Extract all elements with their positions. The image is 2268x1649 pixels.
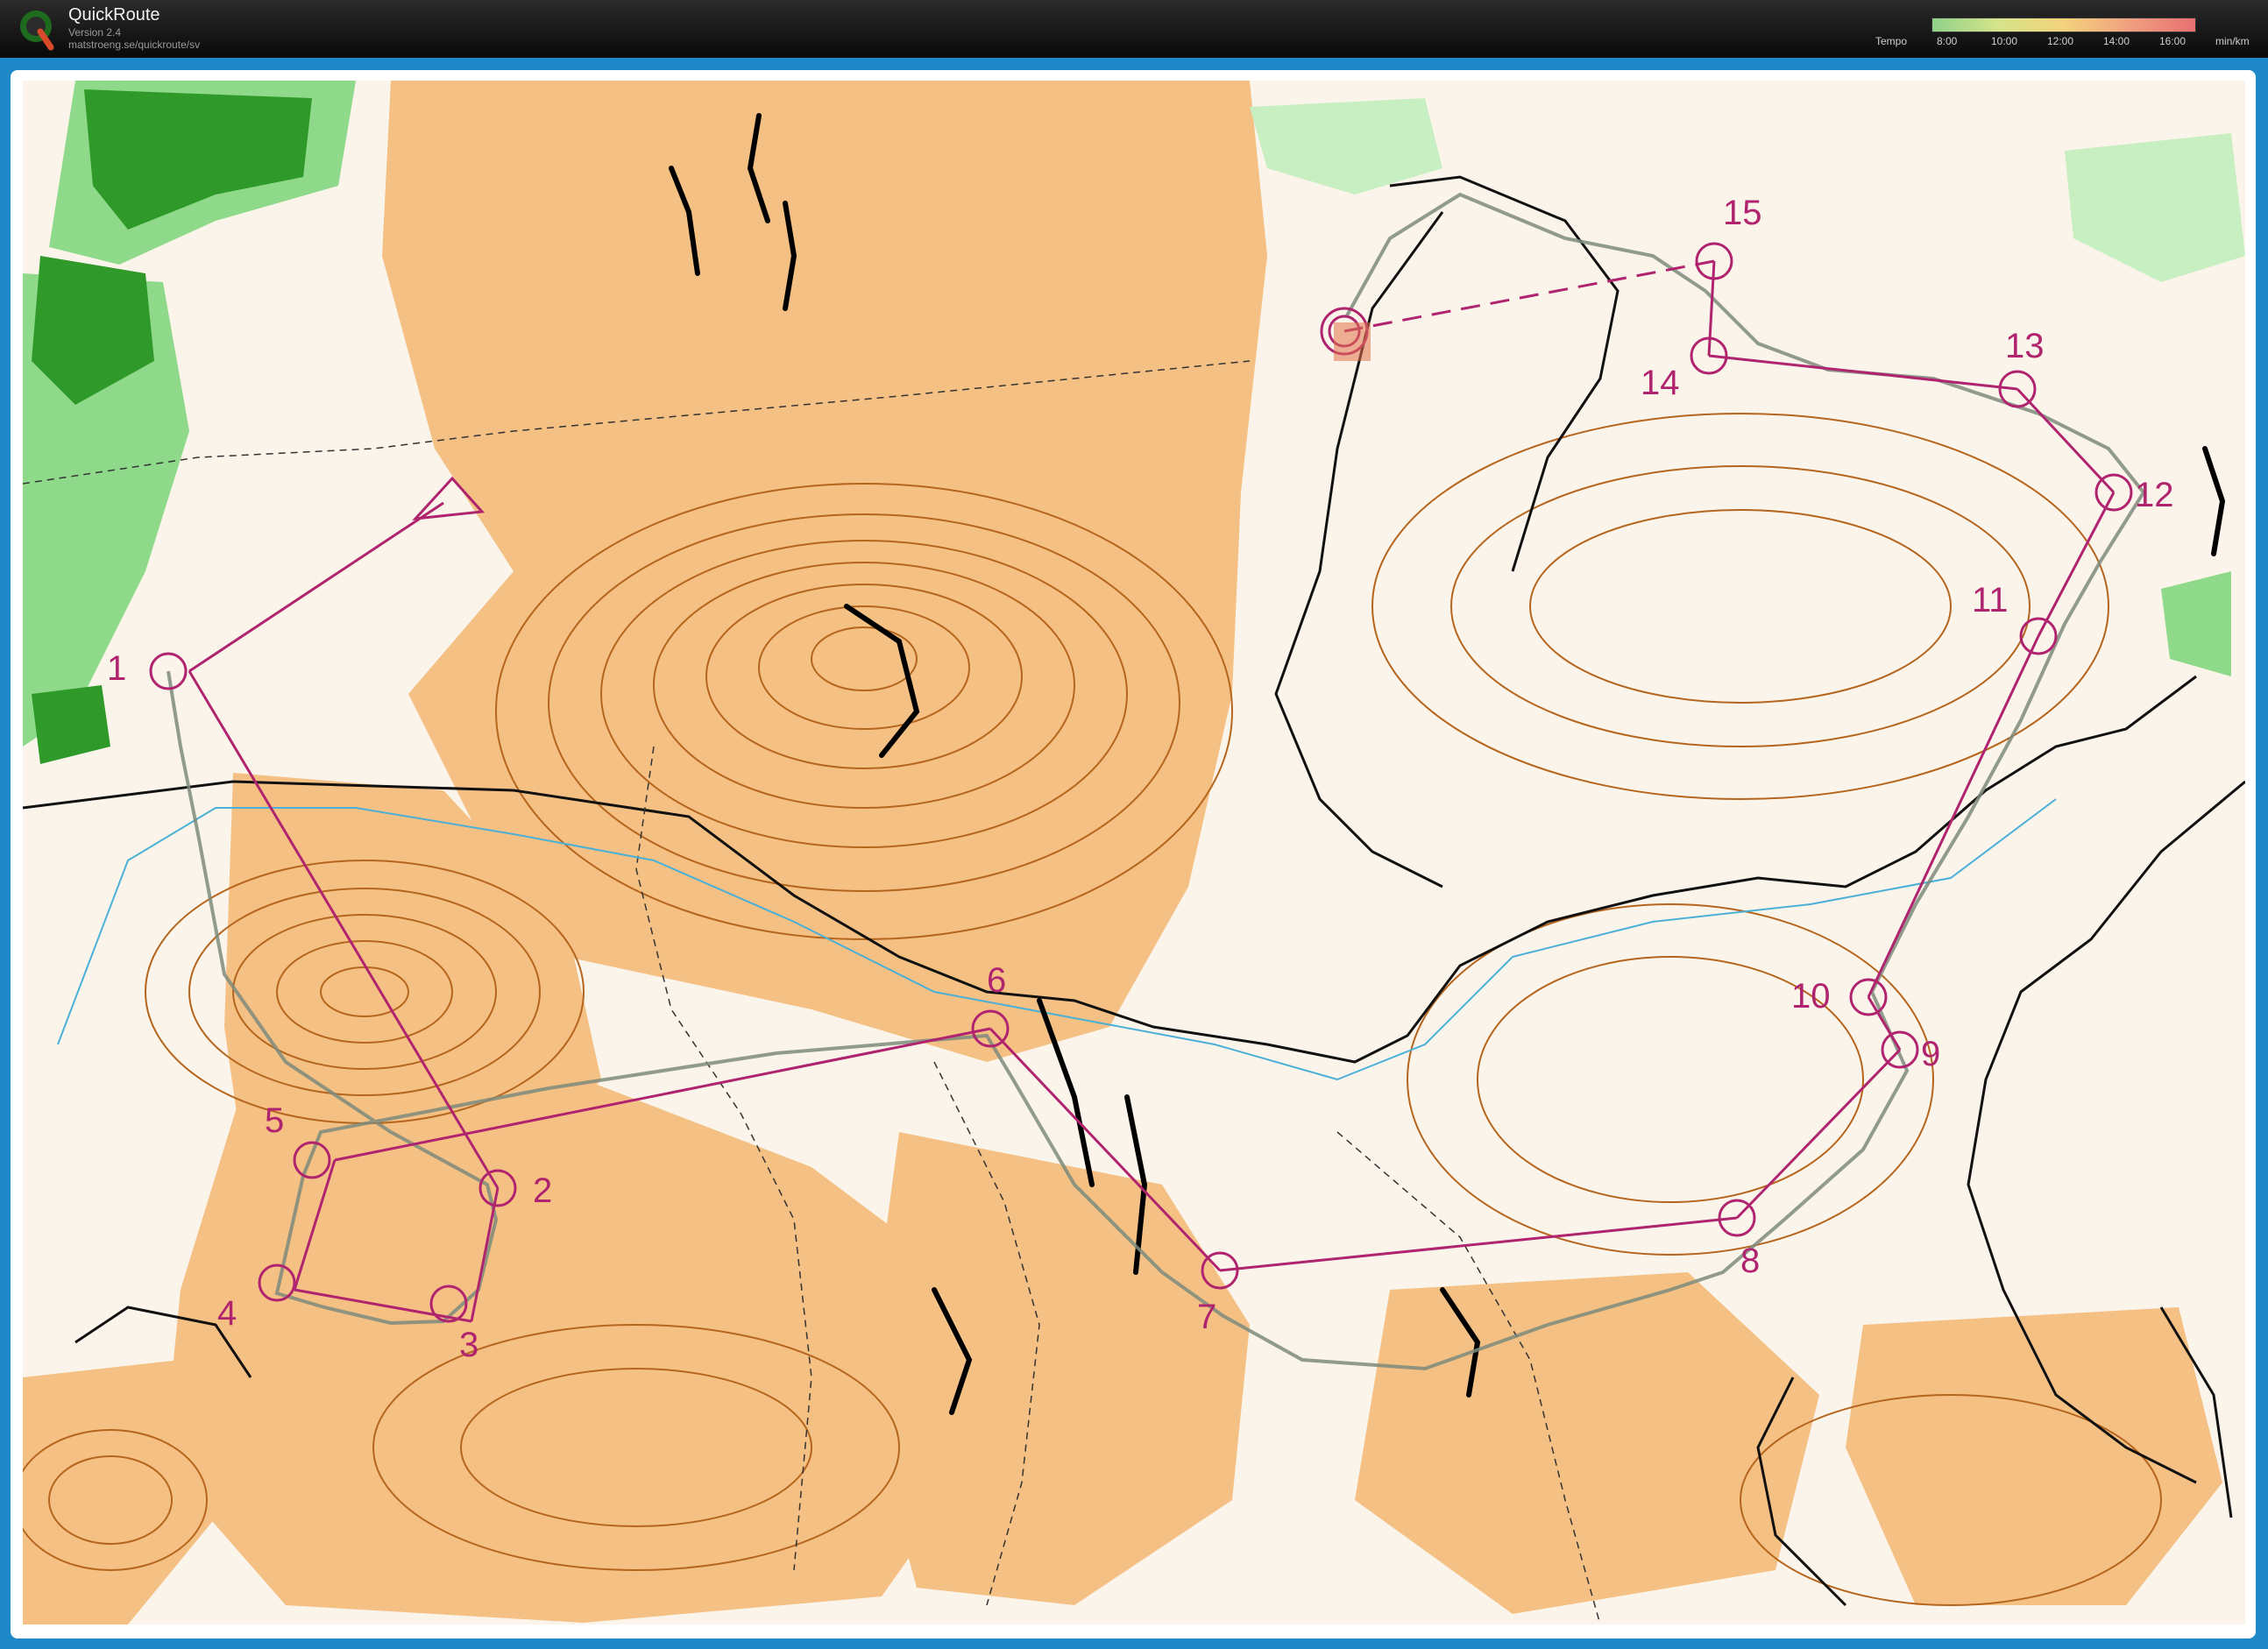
- control-number: 6: [987, 961, 1006, 1000]
- control-number: 14: [1641, 364, 1680, 402]
- control-number: 12: [2135, 476, 2174, 514]
- app-version: Version 2.4: [68, 26, 122, 39]
- control-number: 7: [1197, 1298, 1216, 1336]
- control-number: 2: [533, 1171, 552, 1210]
- control-number: 4: [217, 1294, 237, 1333]
- control-number: 13: [2005, 327, 2045, 365]
- legend-tick: 12:00: [2047, 35, 2074, 47]
- control-number: 15: [1723, 194, 1762, 232]
- finish-highlight: [1334, 322, 1371, 361]
- control-number: 8: [1740, 1242, 1760, 1280]
- control-number: 10: [1791, 977, 1831, 1016]
- control-number: 3: [459, 1326, 478, 1364]
- tempo-color-scale: [1931, 18, 2196, 32]
- control-number: 11: [1972, 581, 2009, 619]
- title-bar: QuickRoute Version 2.4 matstroeng.se/qui…: [0, 0, 2268, 56]
- legend-tick: 8:00: [1937, 35, 1958, 47]
- quickroute-logo-icon: [20, 11, 54, 51]
- control-number: 1: [107, 649, 126, 688]
- app-url: matstroeng.se/quickroute/sv: [68, 39, 201, 51]
- orienteering-map[interactable]: 1 2 3 4 5 6 7 8 9 10 11 12 13 14 15: [23, 81, 2245, 1624]
- legend-tick: 14:00: [2103, 35, 2130, 47]
- legend-unit: min/km: [2215, 35, 2250, 47]
- legend-tick: 10:00: [1991, 35, 2018, 47]
- control-number: 9: [1921, 1035, 1940, 1073]
- control-number: 5: [265, 1101, 284, 1140]
- legend-tick: 16:00: [2159, 35, 2186, 47]
- app-title: QuickRoute: [68, 5, 160, 25]
- legend-label: Tempo: [1875, 35, 1908, 47]
